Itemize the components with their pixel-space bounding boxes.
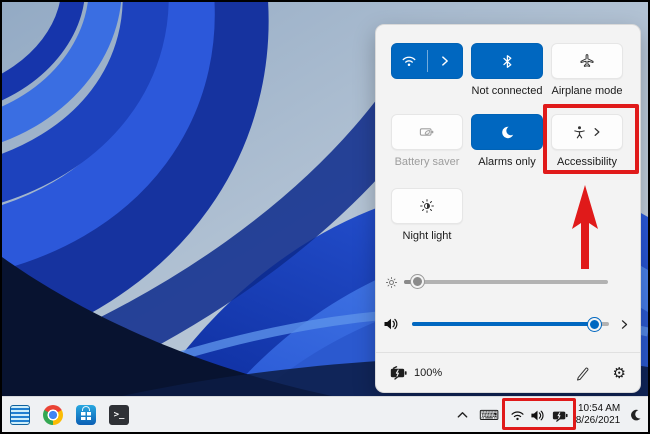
volume-fill: [412, 322, 596, 326]
tray-overflow-chevron[interactable]: [452, 397, 472, 433]
screenshot-frame: Not connected Airplane mode Battery save…: [0, 0, 650, 434]
battery-charging-icon: [390, 365, 407, 380]
battery-saver-button[interactable]: [391, 114, 463, 150]
bluetooth-button[interactable]: [471, 43, 543, 79]
battery-saver-icon: [419, 128, 434, 136]
wifi-button[interactable]: [391, 43, 463, 79]
tray-volume[interactable]: [528, 397, 546, 433]
tile-cell-airplane: Airplane mode: [551, 43, 623, 97]
volume-thumb[interactable]: [588, 317, 602, 331]
panel-footer: 100% ⚙: [376, 352, 640, 392]
night-light-icon: [420, 199, 434, 213]
volume-expand-chevron-icon[interactable]: [618, 318, 631, 331]
tile-cell-focus-assist: Alarms only: [471, 114, 543, 168]
wifi-expand[interactable]: [428, 44, 463, 78]
chrome-icon[interactable]: [43, 405, 63, 425]
settings-gear-icon[interactable]: ⚙: [613, 364, 626, 382]
wifi-toggle[interactable]: [392, 44, 427, 78]
volume-track[interactable]: [412, 317, 609, 331]
wifi-icon: [510, 410, 524, 420]
night-light-button[interactable]: [391, 188, 463, 224]
accessibility-label: Accessibility: [557, 156, 617, 168]
night-light-label: Night light: [402, 230, 452, 242]
brightness-slider-row: [376, 271, 640, 293]
moon-icon: [631, 409, 641, 421]
chevron-right-icon: [441, 56, 448, 66]
speaker-icon: [384, 318, 398, 330]
moon-icon: [501, 126, 513, 138]
tile-cell-battery-saver: Battery saver: [391, 114, 463, 168]
edit-pencil-icon[interactable]: [575, 365, 591, 381]
tray-wifi[interactable]: [508, 397, 526, 433]
volume-slider-row: [376, 313, 640, 335]
brightness-icon: [386, 277, 397, 288]
airplane-mode-label: Airplane mode: [551, 85, 623, 97]
taskbar-app-icons: >_: [10, 397, 129, 433]
tray-date: 8/26/2021: [575, 415, 621, 426]
notes-app-icon[interactable]: [10, 405, 30, 425]
bluetooth-icon: [502, 54, 511, 68]
tile-cell-accessibility: Accessibility: [551, 114, 623, 168]
battery-percent-text: 100%: [414, 366, 443, 379]
airplane-mode-button[interactable]: [551, 43, 623, 79]
tray-clock[interactable]: 10:54 AM 8/26/2021: [570, 397, 626, 433]
accessibility-icon: [573, 125, 585, 138]
quick-settings-panel: Not connected Airplane mode Battery save…: [375, 24, 641, 393]
accessibility-button[interactable]: [551, 114, 623, 150]
airplane-icon: [580, 54, 594, 67]
focus-assist-button[interactable]: [471, 114, 543, 150]
terminal-icon[interactable]: >_: [109, 405, 129, 425]
tray-battery[interactable]: [550, 397, 570, 433]
speaker-icon: [530, 410, 543, 420]
brightness-track[interactable]: [404, 275, 608, 288]
touch-keyboard-icon[interactable]: ⌨: [478, 397, 500, 433]
tray-time: 10:54 AM: [577, 403, 621, 414]
tile-cell-bluetooth: Not connected: [471, 43, 543, 97]
taskbar: >_ ⌨ 10:54 AM 8/26/2021: [2, 396, 648, 432]
battery-charging-icon: [552, 411, 568, 422]
tray-focus-assist[interactable]: [627, 397, 645, 433]
microsoft-store-icon[interactable]: [76, 405, 96, 425]
tile-cell-night-light: Night light: [391, 188, 463, 242]
wifi-icon: [402, 56, 416, 66]
tile-cell-wifi: [391, 43, 463, 85]
chevron-right-icon: [594, 128, 599, 136]
chevron-up-icon: [457, 411, 467, 418]
brightness-thumb[interactable]: [411, 275, 425, 288]
